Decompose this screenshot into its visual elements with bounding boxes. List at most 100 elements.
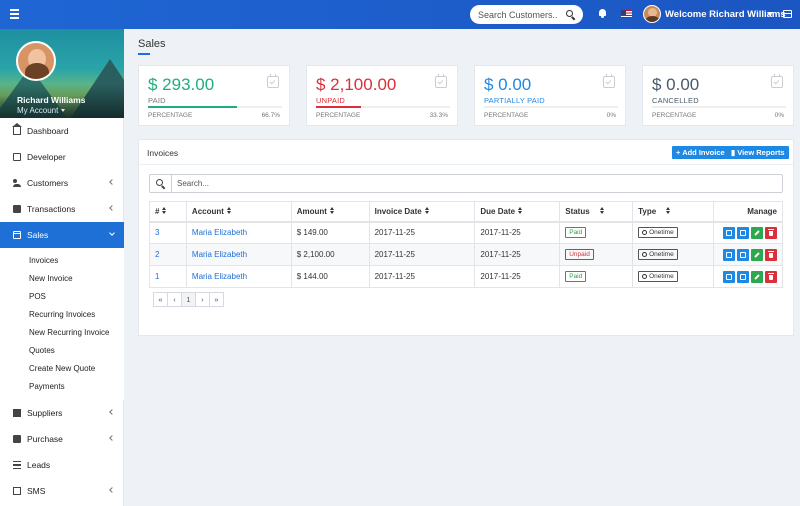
submenu-item-new-recurring-invoice[interactable]: New Recurring Invoice — [0, 324, 124, 342]
delete-invoice-button[interactable] — [765, 270, 777, 283]
type-badge: Onetime — [638, 227, 678, 239]
invoice-date-cell: 2017-11-25 — [368, 243, 476, 266]
clone-icon — [740, 229, 746, 236]
manage-cell — [712, 265, 784, 288]
progress-bar — [484, 106, 618, 108]
clone-invoice-button[interactable] — [737, 226, 749, 239]
column-header-account[interactable]: Account — [185, 201, 292, 223]
sales-submenu: Invoices New Invoice POS Recurring Invoi… — [0, 248, 124, 400]
sidebar-item-dashboard[interactable]: Dashboard — [0, 118, 124, 144]
add-invoice-button[interactable]: + Add Invoice — [672, 146, 729, 159]
type-label: Onetime — [649, 273, 674, 280]
edit-invoice-button[interactable] — [751, 226, 763, 239]
account-link[interactable]: Maria Elizabeth — [185, 243, 292, 266]
view-invoice-button[interactable] — [723, 248, 735, 261]
view-reports-button[interactable]: ▮ View Reports — [727, 146, 789, 159]
status-badge: Paid — [565, 271, 587, 282]
invoices-panel: Invoices + Add Invoice ▮ View Reports # … — [138, 139, 794, 336]
sidebar-item-label: Sales — [27, 230, 49, 240]
chevron-left-icon — [109, 409, 115, 415]
submenu-item-create-new-quote[interactable]: Create New Quote — [0, 360, 124, 378]
pagination: « ‹ 1 › » — [153, 292, 224, 307]
page-last[interactable]: » — [209, 292, 224, 307]
column-header-invoice-date[interactable]: Invoice Date — [368, 201, 476, 223]
submenu-item-payments[interactable]: Payments — [0, 378, 124, 396]
clone-icon — [740, 251, 746, 258]
page-next[interactable]: › — [195, 292, 210, 307]
table-header-row: # Account Amount Invoice Date Due Date S… — [149, 201, 784, 223]
card-percentage-value: 66.7% — [261, 112, 280, 119]
type-cell: Onetime — [632, 221, 714, 244]
credit-card-icon — [13, 231, 21, 239]
sidebar-item-leads[interactable]: Leads — [0, 452, 124, 478]
invoice-id-link[interactable]: 2 — [149, 243, 187, 266]
sidebar-item-developer[interactable]: Developer — [0, 144, 124, 170]
sidebar-item-purchase[interactable]: Purchase — [0, 426, 124, 452]
column-header-due-date[interactable]: Due Date — [474, 201, 561, 223]
button-label: View Reports — [737, 148, 785, 157]
sidebar-item-label: Developer — [27, 152, 66, 162]
sidebar-item-transactions[interactable]: Transactions — [0, 196, 124, 222]
sidebar-item-sales[interactable]: Sales — [0, 222, 124, 248]
delete-invoice-button[interactable] — [765, 248, 777, 261]
page-prev[interactable]: ‹ — [167, 292, 182, 307]
submenu-item-new-invoice[interactable]: New Invoice — [0, 270, 124, 288]
my-account-link[interactable]: My Account — [17, 106, 66, 115]
status-badge: Paid — [565, 227, 587, 239]
us-flag-icon[interactable] — [621, 10, 632, 18]
submenu-item-pos[interactable]: POS — [0, 288, 124, 306]
customer-search-input[interactable] — [478, 9, 558, 20]
edit-invoice-button[interactable] — [751, 270, 763, 283]
account-link[interactable]: Maria Elizabeth — [185, 265, 292, 288]
window-icon[interactable] — [783, 10, 792, 18]
delete-invoice-button[interactable] — [765, 226, 777, 239]
search-icon[interactable] — [566, 10, 575, 19]
chevron-left-icon — [109, 205, 115, 211]
invoice-id-link[interactable]: 3 — [149, 221, 187, 244]
progress-bar — [148, 106, 282, 108]
summary-card-cancelled: $ 0.00 CANCELLED PERCENTAGE 0% — [642, 65, 794, 126]
chevron-left-icon — [109, 435, 115, 441]
bell-icon[interactable] — [598, 9, 607, 19]
calculator-icon — [13, 205, 21, 213]
summary-card-unpaid: $ 2,100.00 UNPAID PERCENTAGE 33.3% — [306, 65, 458, 126]
customer-search[interactable] — [470, 5, 583, 24]
submenu-item-invoices[interactable]: Invoices — [0, 252, 124, 270]
home-icon — [12, 123, 22, 135]
submenu-item-quotes[interactable]: Quotes — [0, 342, 124, 360]
submenu-item-recurring-invoices[interactable]: Recurring Invoices — [0, 306, 124, 324]
header-label: Manage — [747, 206, 777, 216]
page-first[interactable]: « — [153, 292, 168, 307]
view-invoice-button[interactable] — [723, 270, 735, 283]
panel-title: Invoices — [147, 148, 179, 158]
header-label: Status — [565, 206, 590, 216]
column-header-amount[interactable]: Amount — [290, 201, 370, 223]
user-avatar[interactable] — [643, 5, 661, 23]
invoice-id-link[interactable]: 1 — [149, 265, 187, 288]
file-icon — [726, 251, 732, 258]
progress-bar — [652, 106, 786, 108]
sidebar-item-suppliers[interactable]: Suppliers — [0, 400, 124, 426]
column-header-status[interactable]: Status — [559, 201, 634, 223]
pencil-icon — [754, 229, 760, 236]
edit-invoice-button[interactable] — [751, 248, 763, 261]
invoice-search-input[interactable] — [172, 175, 782, 192]
view-invoice-button[interactable] — [723, 226, 735, 239]
account-link[interactable]: Maria Elizabeth — [185, 221, 292, 244]
column-header-type[interactable]: Type — [632, 201, 714, 223]
sidebar-item-sms[interactable]: SMS — [0, 478, 124, 504]
sort-icon — [329, 206, 335, 215]
card-label: PARTIALLY PAID — [484, 96, 545, 105]
page-current[interactable]: 1 — [181, 292, 196, 307]
column-header-id[interactable]: # — [149, 201, 187, 223]
sidebar-item-customers[interactable]: Customers — [0, 170, 124, 196]
menu-toggle-icon[interactable] — [10, 9, 24, 19]
column-header-manage: Manage — [712, 201, 784, 223]
clone-invoice-button[interactable] — [737, 270, 749, 283]
card-amount: $ 0.00 — [652, 75, 700, 94]
my-account-label: My Account — [17, 106, 59, 115]
clone-invoice-button[interactable] — [737, 248, 749, 261]
document-icon — [13, 153, 21, 161]
caret-down-icon[interactable] — [767, 12, 773, 16]
card-percentage-label: PERCENTAGE — [316, 112, 361, 119]
